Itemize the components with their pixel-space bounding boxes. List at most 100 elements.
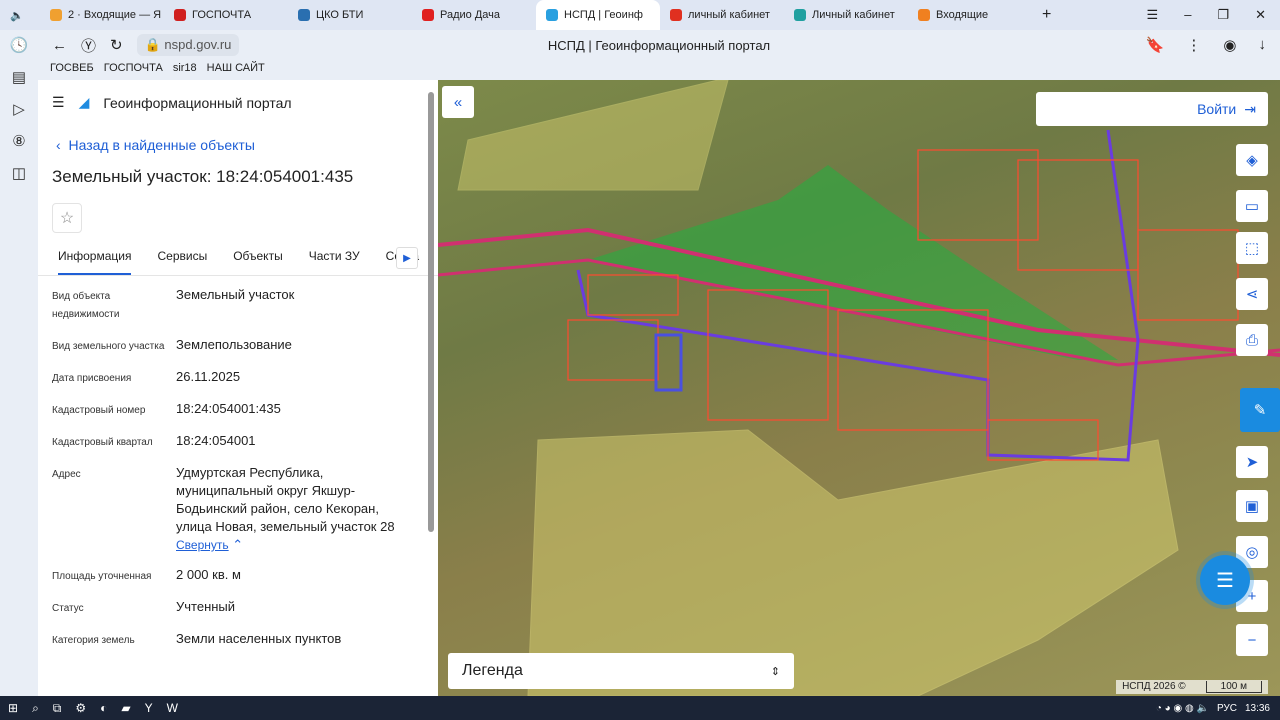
favorite-star-icon[interactable]: ☆ [52, 203, 82, 233]
extension-icon[interactable]: ◉ [1223, 36, 1236, 54]
bookmark-nash-sait[interactable]: НАШ САЙТ [207, 62, 265, 74]
task-view-icon[interactable]: ⧉ [53, 701, 62, 716]
forest-area [457, 80, 729, 191]
info-row: Кадастровый номер 18:24:054001:435 [52, 400, 438, 420]
info-value: 26.11.2025 [176, 368, 416, 388]
tab-label: НСПД | Геоинф [564, 9, 643, 21]
minimize-button[interactable]: – [1184, 7, 1191, 23]
history-icon[interactable]: 🕓 [10, 36, 29, 54]
collapse-panel-button[interactable]: « [442, 86, 474, 118]
legend-dropdown[interactable]: Легенда ⇕ [448, 653, 794, 689]
yandex-icon[interactable]: Ⓨ [81, 35, 96, 56]
info-row: Категория земель Земли населенных пунктов [52, 630, 438, 650]
tabs-scroll-right-button[interactable]: ▶ [396, 247, 418, 269]
info-value: 18:24:054001 [176, 432, 416, 452]
tab-objects[interactable]: Объекты [233, 249, 283, 275]
yandex-browser-icon[interactable]: Y [145, 701, 153, 715]
info-row: Вид земельного участка Землепользование [52, 336, 438, 356]
tab-favicon-icon [298, 9, 310, 21]
tab-audio[interactable]: 🔈 [0, 0, 40, 30]
browser-tab[interactable]: НСПД | Геоинф [536, 0, 660, 30]
select-area-icon[interactable]: ⬚ [1236, 232, 1268, 264]
info-value: 18:24:054001:435 [176, 400, 416, 420]
tab-label: личный кабинет [688, 9, 770, 21]
info-value-text: Удмуртская Республика, муниципальный окр… [176, 465, 395, 534]
browser-tab[interactable]: Входящие [908, 0, 1032, 30]
browser-tab[interactable]: ЦКО БТИ [288, 0, 412, 30]
menu-icon[interactable]: ☰ [52, 94, 65, 111]
tab-services[interactable]: Сервисы [157, 249, 207, 275]
zoom-out-button[interactable]: − [1236, 624, 1268, 656]
info-label: Категория земель [52, 635, 135, 646]
language-indicator[interactable]: РУС [1217, 703, 1237, 714]
play-icon[interactable]: ▷ [13, 100, 25, 118]
tab-info[interactable]: Информация [58, 249, 132, 275]
panel-tabs: Информация Сервисы Объекты Части ЗУ Сост… [38, 233, 438, 276]
bookmark-sir18[interactable]: sir18 [173, 62, 197, 74]
map[interactable]: « Войти ⇥ ◈ ▭ ⬚ ⋖ ⎙ ✎ ➤ ▣ ◎ + − ☰ Легенда… [438, 80, 1280, 696]
bookmarks-bar: ГОСВЕБ ГОСПОЧТА sir18 НАШ САЙТ [50, 62, 265, 74]
start-icon[interactable]: ⊞ [8, 701, 18, 715]
back-link[interactable]: ‹ Назад в найденные объекты [38, 125, 438, 153]
share-icon[interactable]: ⋖ [1236, 278, 1268, 310]
browser-tab[interactable]: 2 · Входящие — Я [40, 0, 164, 30]
minimap-icon[interactable]: ▣ [1236, 490, 1268, 522]
download-icon[interactable]: ↓ [1259, 36, 1267, 54]
info-value-text: Землепользование [176, 337, 292, 352]
url-field[interactable]: 🔒 nspd.gov.ru [136, 34, 240, 56]
tab-label: ГОСПОЧТА [192, 9, 252, 21]
tab-label: Входящие [936, 9, 989, 21]
word-icon[interactable]: W [167, 701, 178, 715]
browser-tab[interactable]: личный кабинет [660, 0, 784, 30]
more-icon[interactable]: ⋮ [1186, 36, 1201, 54]
bookmark-gosveb[interactable]: ГОСВЕБ [50, 62, 94, 74]
close-button[interactable]: ✕ [1255, 7, 1266, 23]
bookmark-icon[interactable]: 🔖 [1146, 36, 1165, 54]
locate-icon[interactable]: ➤ [1236, 446, 1268, 478]
portal-logo-icon: ◢ [78, 94, 90, 110]
tray-icons[interactable]: ◔ ◕ ◉ ◍ 🔈 [1156, 703, 1209, 714]
chevron-up-icon: ⌃ [232, 537, 244, 552]
print-icon[interactable]: ⎙ [1236, 324, 1268, 356]
settings-icon[interactable]: ⚙ [75, 701, 86, 715]
screenshot-icon[interactable]: ◫ [12, 164, 26, 182]
apps-icon[interactable]: ⑧ [12, 132, 25, 150]
menu-icon[interactable]: ☰ [1147, 7, 1159, 23]
login-label: Войти [1197, 101, 1237, 117]
login-button[interactable]: Войти ⇥ [1036, 92, 1268, 126]
collections-icon[interactable]: ▤ [12, 68, 26, 86]
bookmark-gospochta[interactable]: ГОСПОЧТА [104, 62, 163, 74]
ruler-icon[interactable]: ▭ [1236, 190, 1268, 222]
restore-button[interactable]: ❐ [1217, 7, 1229, 23]
map-footer: НСПД 2026 © 100 м [1116, 680, 1268, 694]
tab-parts[interactable]: Части ЗУ [309, 249, 360, 275]
tab-favicon-icon [918, 9, 930, 21]
back-icon[interactable]: ← [52, 37, 67, 54]
new-tab-button[interactable]: + [1032, 6, 1061, 24]
portal-name: Геоинформационный портал [103, 94, 292, 111]
browser-tab[interactable]: ГОСПОЧТА [164, 0, 288, 30]
collapse-link[interactable]: Свернуть [176, 538, 229, 552]
layers-icon[interactable]: ◈ [1236, 144, 1268, 176]
tab-favicon-icon [794, 9, 806, 21]
reload-icon[interactable]: ↻ [110, 36, 123, 54]
info-value: Земельный участок [176, 286, 416, 324]
browser-tab[interactable]: Радио Дача [412, 0, 536, 30]
chat-icon[interactable]: ☰ [1200, 555, 1250, 605]
info-label: Адрес [52, 469, 81, 480]
info-value-text: 18:24:054001:435 [176, 401, 281, 416]
info-value-text: Земли населенных пунктов [176, 631, 342, 646]
search-icon[interactable]: ⌕ [32, 701, 39, 716]
info-row: Статус Учтенный [52, 598, 438, 618]
scale-bar: 100 м [1205, 681, 1262, 693]
edge-icon[interactable]: ◐ [100, 701, 107, 715]
explorer-icon[interactable]: ▰ [121, 701, 130, 715]
info-panel: ☰ ◢ Геоинформационный портал ‹ Назад в най… [38, 80, 438, 696]
info-value: Удмуртская Республика, муниципальный окр… [176, 464, 416, 554]
tab-bar: 🔈 2 · Входящие — Я ГОСПОЧТА ЦКО БТИ Радио Д… [0, 0, 1280, 30]
browser-tab[interactable]: Личный кабинет [784, 0, 908, 30]
clock[interactable]: 13:36 [1245, 703, 1270, 714]
draw-tool-icon[interactable]: ✎ [1240, 388, 1280, 432]
panel-scrollbar[interactable] [428, 92, 434, 532]
tab-favicon-icon [50, 9, 62, 21]
